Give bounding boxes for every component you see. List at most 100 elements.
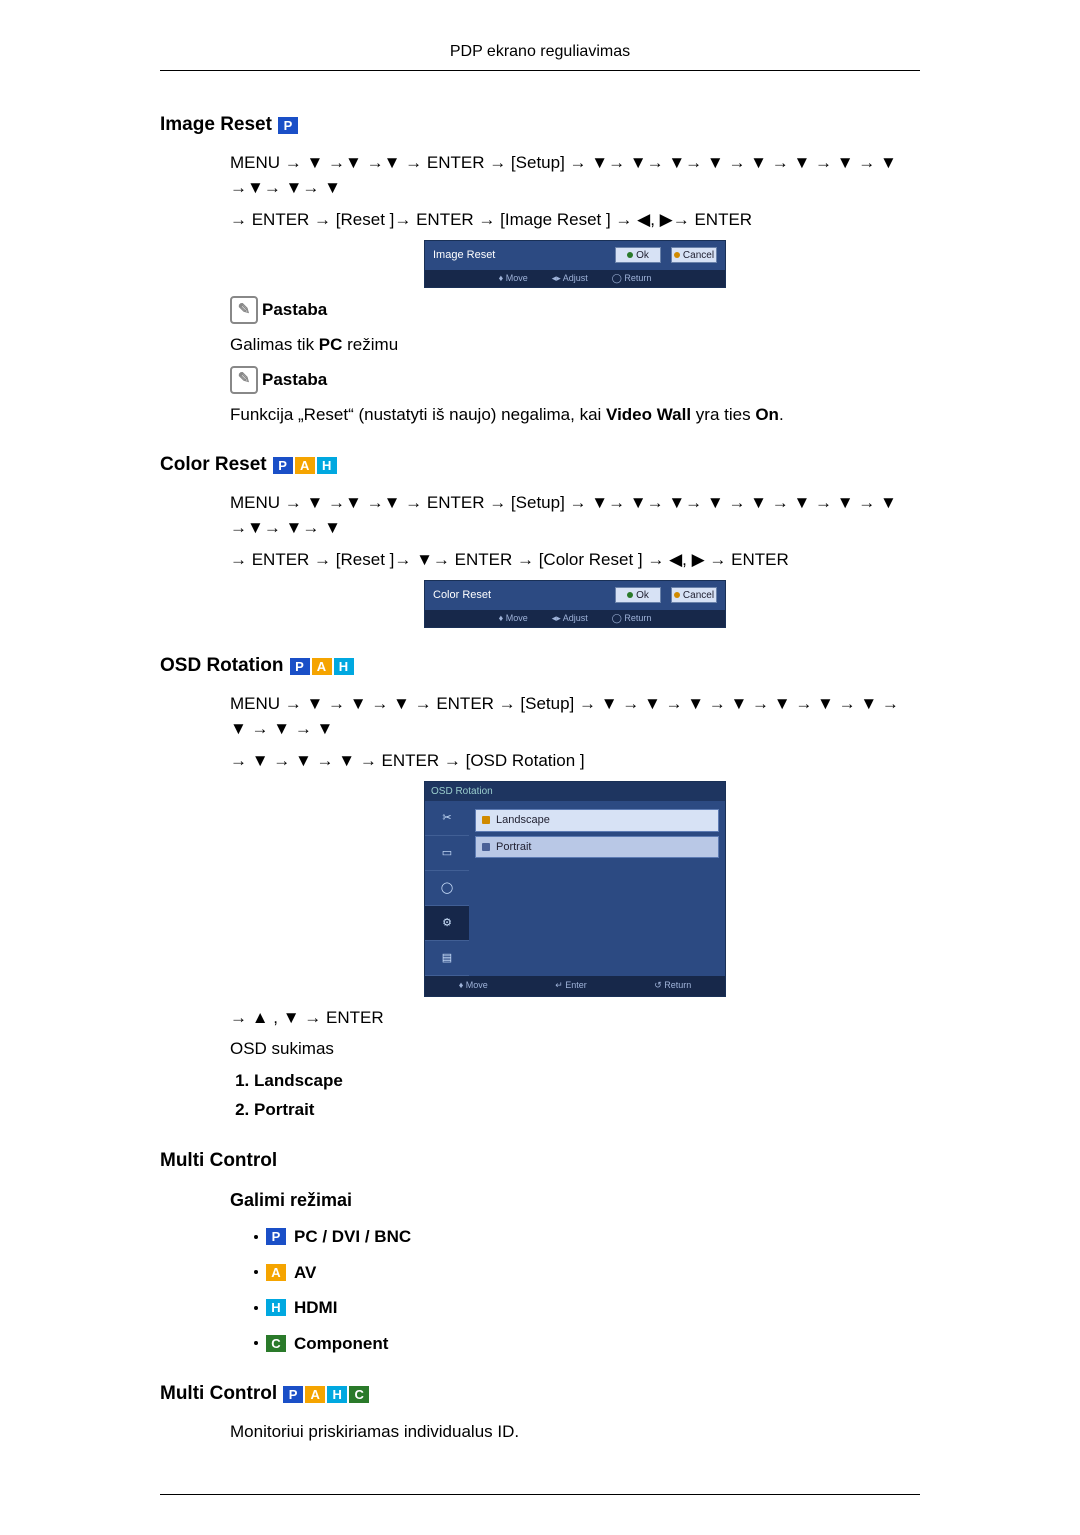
nav-sequence: MENU → ▼ → ▼ → ▼ → ENTER → [Setup] → ▼ →… <box>230 691 920 742</box>
multi-control-content: Galimi režimai P PC / DVI / BNC A AV H HDMI… <box>230 1187 920 1356</box>
page: PDP ekrano reguliavimas Image Reset P ME… <box>80 0 1000 1535</box>
option-landscape[interactable]: Landscape <box>475 809 719 832</box>
dialog-title: Color Reset <box>433 587 605 604</box>
badge-c-icon: C <box>349 1386 369 1403</box>
osd-rotation-content: MENU → ▼ → ▼ → ▼ → ENTER → [Setup] → ▼ →… <box>230 691 920 1123</box>
badge-a-icon: A <box>295 457 315 474</box>
mode-label: AV <box>294 1260 316 1286</box>
color-reset-dialog: Color Reset Ok Cancel ♦ Move ◂▸ Adjust ◯… <box>424 580 726 628</box>
cancel-label: Cancel <box>683 248 714 263</box>
dialog-title: Image Reset <box>433 247 605 264</box>
note-text: Galimas tik PC režimu <box>230 332 920 358</box>
cancel-label: Cancel <box>683 588 714 603</box>
badge-h-icon: H <box>334 658 354 675</box>
heading-text: Image Reset <box>160 111 272 140</box>
mode-av: A AV <box>254 1260 920 1286</box>
cancel-button[interactable]: Cancel <box>671 587 717 603</box>
badge-group: P <box>278 117 298 134</box>
color-reset-content: MENU → ▼ →▼ →▼ → ENTER → [Setup] → ▼→ ▼→… <box>230 490 920 629</box>
heading-text: Color Reset <box>160 451 267 480</box>
heading-text: OSD Rotation <box>160 652 284 681</box>
nav-sequence: MENU → ▼ →▼ →▼ → ENTER → [Setup] → ▼→ ▼→… <box>230 150 920 201</box>
page-title: PDP ekrano reguliavimas <box>450 43 630 60</box>
hint-move: ♦ Move <box>499 272 528 286</box>
badge-a-icon: A <box>305 1386 325 1403</box>
mode-hdmi: H HDMI <box>254 1295 920 1321</box>
nav-sequence: → ENTER → [Reset ]→ ▼→ ENTER → [Color Re… <box>230 547 920 573</box>
list-item: Portrait <box>254 1097 920 1123</box>
badge-group: P A H <box>290 658 354 675</box>
badge-h-icon: H <box>317 457 337 474</box>
hint-return: ◯ Return <box>612 272 652 286</box>
badge-p-icon: P <box>283 1386 303 1403</box>
hint-return: ↺ Return <box>654 979 691 993</box>
dialog-title: OSD Rotation <box>425 782 725 801</box>
mode-label: Component <box>294 1331 388 1357</box>
side-icon-selected[interactable]: ⚙ <box>425 906 469 941</box>
modes-subtitle: Galimi režimai <box>230 1187 920 1214</box>
osd-option-list: Landscape Portrait <box>254 1068 920 1123</box>
note-text: Funkcija „Reset“ (nustatyti iš naujo) ne… <box>230 402 920 428</box>
section-multi-control-title: Multi Control <box>160 1147 920 1176</box>
badge-group: P A H C <box>283 1386 369 1403</box>
heading-text: Multi Control <box>160 1380 277 1409</box>
side-icon[interactable]: ✂ <box>425 801 469 836</box>
note-label: ✎ Pastaba <box>230 366 920 394</box>
hint-move: ♦ Move <box>499 612 528 626</box>
badge-a-icon: A <box>266 1264 286 1281</box>
note-label-text: Pastaba <box>262 297 327 323</box>
option-label: Portrait <box>496 839 531 856</box>
note-label: ✎ Pastaba <box>230 296 920 324</box>
nav-sequence: → ▲ , ▼ → ENTER <box>230 1005 920 1031</box>
ok-label: Ok <box>636 248 649 263</box>
mode-label: PC / DVI / BNC <box>294 1224 411 1250</box>
nav-sequence: → ENTER → [Reset ]→ ENTER → [Image Reset… <box>230 207 920 233</box>
ok-button[interactable]: Ok <box>615 247 661 263</box>
hint-enter: ↵ Enter <box>555 979 587 993</box>
badge-p-icon: P <box>273 457 293 474</box>
hint-adjust: ◂▸ Adjust <box>552 272 588 286</box>
badge-p-icon: P <box>290 658 310 675</box>
ok-button[interactable]: Ok <box>615 587 661 603</box>
image-reset-content: MENU → ▼ →▼ →▼ → ENTER → [Setup] → ▼→ ▼→… <box>230 150 920 428</box>
badge-p-icon: P <box>278 117 298 134</box>
dialog-options: Landscape Portrait <box>469 801 725 976</box>
hint-move: ♦ Move <box>459 979 488 993</box>
badge-group: P A H <box>273 457 337 474</box>
side-icon[interactable]: ▤ <box>425 941 469 976</box>
ok-label: Ok <box>636 588 649 603</box>
side-icon[interactable]: ▭ <box>425 836 469 871</box>
badge-h-icon: H <box>327 1386 347 1403</box>
option-label: Landscape <box>496 812 550 829</box>
cancel-button[interactable]: Cancel <box>671 247 717 263</box>
multi-control-pahc-content: Monitoriui priskiriamas individualus ID. <box>230 1419 920 1445</box>
osd-desc: OSD sukimas <box>230 1036 920 1062</box>
list-item: Landscape <box>254 1068 920 1094</box>
note-icon: ✎ <box>230 296 258 324</box>
image-reset-dialog: Image Reset Ok Cancel ♦ Move ◂▸ Adjust ◯… <box>424 240 726 288</box>
note-label-text: Pastaba <box>262 367 327 393</box>
mode-label: HDMI <box>294 1295 337 1321</box>
section-image-reset-title: Image Reset P <box>160 111 920 140</box>
hint-adjust: ◂▸ Adjust <box>552 612 588 626</box>
nav-sequence: → ▼ → ▼ → ▼ → ENTER → [OSD Rotation ] <box>230 748 920 774</box>
section-color-reset-title: Color Reset P A H <box>160 451 920 480</box>
side-icon[interactable]: ◯ <box>425 871 469 906</box>
badge-h-icon: H <box>266 1299 286 1316</box>
note-icon: ✎ <box>230 366 258 394</box>
section-osd-rotation-title: OSD Rotation P A H <box>160 652 920 681</box>
mode-component: C Component <box>254 1331 920 1357</box>
badge-c-icon: C <box>266 1335 286 1352</box>
page-header: PDP ekrano reguliavimas <box>160 40 920 71</box>
nav-sequence: MENU → ▼ →▼ →▼ → ENTER → [Setup] → ▼→ ▼→… <box>230 490 920 541</box>
multi-control-text: Monitoriui priskiriamas individualus ID. <box>230 1419 920 1445</box>
dialog-side-icons: ✂ ▭ ◯ ⚙ ▤ <box>425 801 469 976</box>
footer-divider <box>160 1494 920 1495</box>
modes-list: P PC / DVI / BNC A AV H HDMI C Component <box>254 1224 920 1356</box>
section-multi-control-pahc-title: Multi Control P A H C <box>160 1380 920 1409</box>
osd-rotation-dialog: OSD Rotation ✂ ▭ ◯ ⚙ ▤ Landscape Portrai… <box>424 781 726 997</box>
heading-text: Multi Control <box>160 1147 277 1176</box>
option-portrait[interactable]: Portrait <box>475 836 719 859</box>
badge-a-icon: A <box>312 658 332 675</box>
badge-p-icon: P <box>266 1228 286 1245</box>
